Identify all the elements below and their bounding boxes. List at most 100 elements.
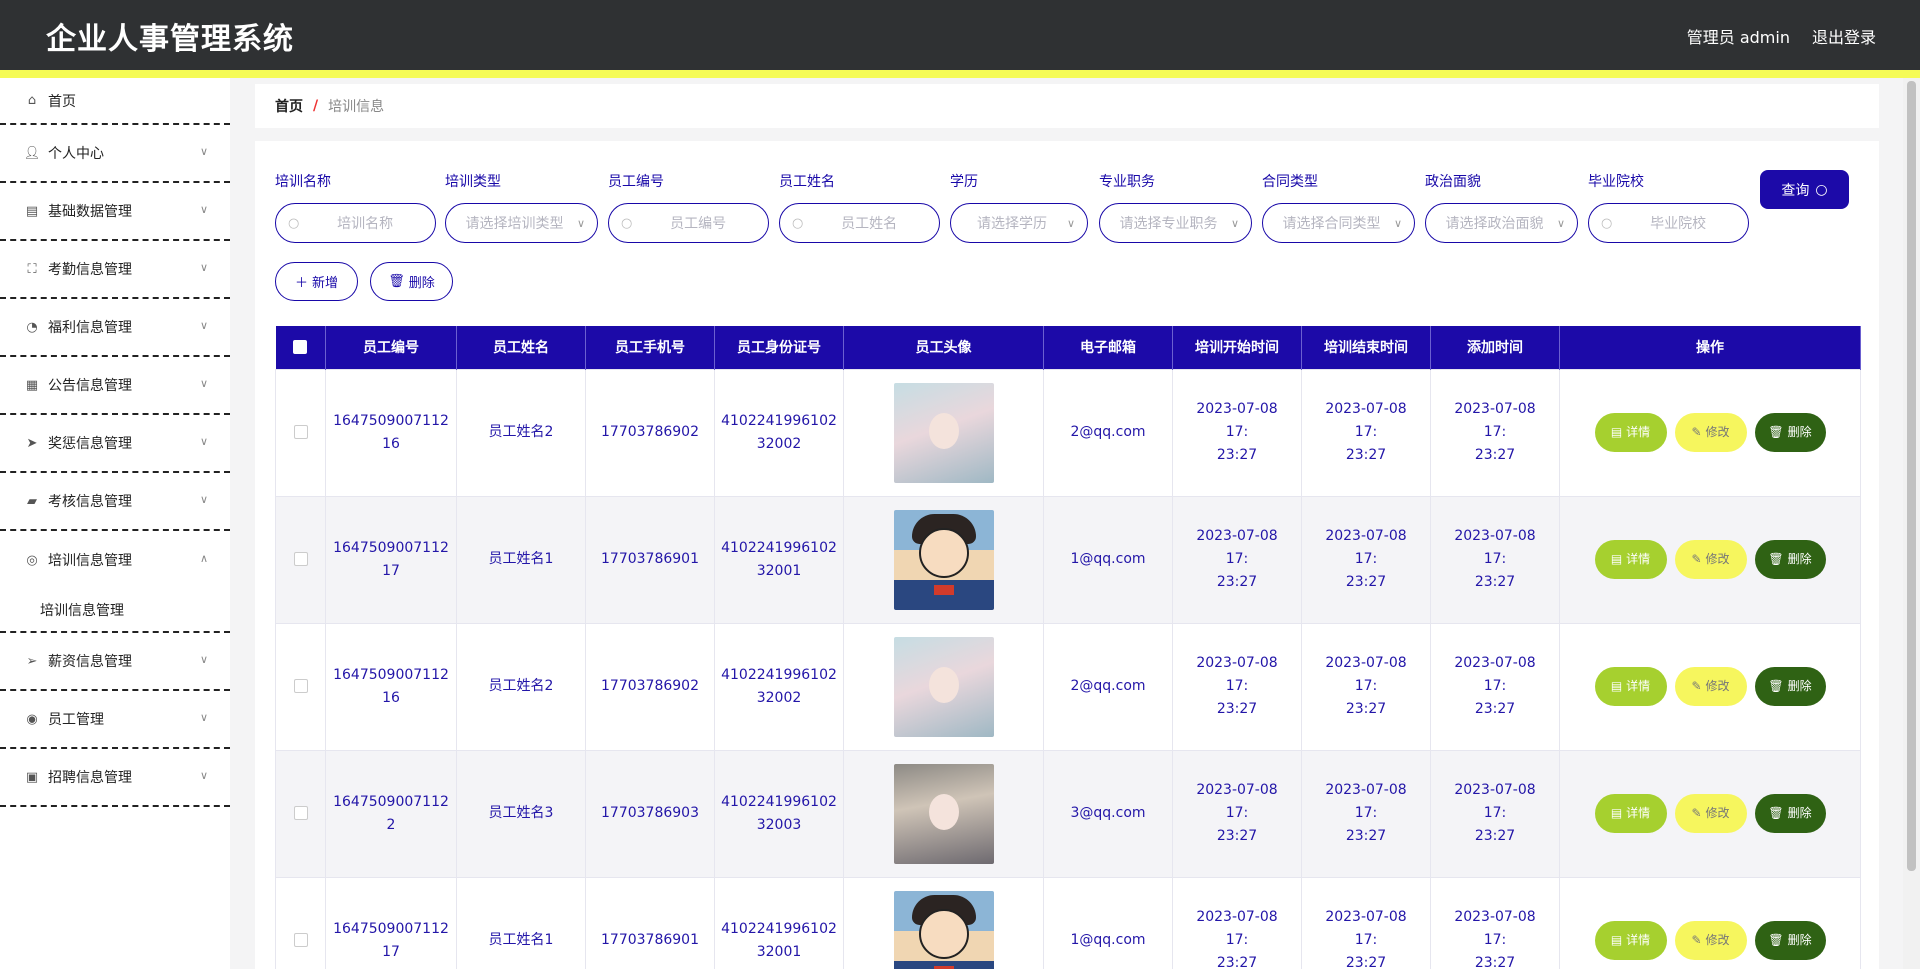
filter-label: 专业职务 [1099, 174, 1155, 190]
cell-id-card: 4102241996102 32001 [714, 876, 844, 969]
cell-end-time: 2023-07-08 17: 23:27 [1301, 749, 1431, 878]
sidebar-item-welfare[interactable]: ◔ 福利信息管理 ∨ [0, 299, 230, 357]
sidebar-item-attendance[interactable]: ⛶ 考勤信息管理 ∨ [0, 241, 230, 299]
detail-button[interactable]: ▤ 详情 [1594, 794, 1667, 833]
query-button[interactable]: 查询 ○ [1760, 170, 1849, 209]
grid-icon: ▦ [25, 377, 39, 393]
pencil-icon: ✎ [1691, 425, 1702, 439]
cell-id-card: 4102241996102 32002 [714, 368, 844, 497]
circle-icon: ◉ [26, 711, 38, 727]
breadcrumb-home[interactable]: 首页 [275, 96, 303, 116]
batch-delete-button[interactable]: 🗑︎ 删除 [370, 262, 453, 301]
location-icon: ➢ [26, 653, 38, 669]
sidebar-item-reward[interactable]: ➤ 奖惩信息管理 ∨ [0, 415, 230, 473]
document-icon: ▤ [1610, 806, 1623, 820]
delete-button[interactable]: 🗑︎ 删除 [1754, 413, 1826, 452]
placeholder: 请选择政治面貌 [1445, 216, 1544, 232]
fullscreen-icon: ⛶ [27, 261, 37, 277]
cell-avatar [843, 495, 1044, 624]
political-status-select[interactable]: 请选择政治面貌 ∨ [1425, 203, 1578, 243]
detail-button[interactable]: ▤ 详情 [1594, 540, 1667, 579]
search-icon: ○ [792, 215, 804, 231]
column-header: 培训开始时间 [1172, 326, 1302, 369]
sidebar-item-salary[interactable]: ➢ 薪资信息管理 ∨ [0, 633, 230, 691]
column-header: 培训结束时间 [1301, 326, 1431, 369]
row-checkbox[interactable] [293, 425, 308, 439]
delete-button[interactable]: 🗑︎ 删除 [1754, 794, 1826, 833]
sidebar-item-recruit[interactable]: ▣ 招聘信息管理 ∨ [0, 749, 230, 807]
chevron-down-icon: ∨ [1556, 216, 1565, 230]
placeholder: 请选择合同类型 [1282, 216, 1381, 232]
sidebar-item-home[interactable]: ⌂ 首页 [0, 78, 230, 125]
graduated-school-input[interactable]: ○ 毕业院校 [1588, 203, 1749, 243]
placeholder: 请选择专业职务 [1119, 216, 1218, 232]
sidebar-item-label: 奖惩信息管理 [48, 436, 132, 452]
logout-link[interactable]: 退出登录 [1812, 24, 1876, 48]
sidebar-item-assessment[interactable]: ▰ 考核信息管理 ∨ [0, 473, 230, 531]
detail-button[interactable]: ▤ 详情 [1594, 413, 1667, 452]
filter-training-name: 培训名称 ○ 培训名称 [275, 171, 436, 243]
training-type-select[interactable]: 请选择培训类型 ∨ [445, 203, 598, 243]
position-select[interactable]: 请选择专业职务 ∨ [1099, 203, 1252, 243]
page-scrollbar[interactable] [1903, 78, 1920, 969]
search-icon: ○ [1601, 215, 1613, 231]
document-icon: ▤ [1610, 425, 1623, 439]
cell-start-time: 2023-07-08 17: 23:27 [1172, 876, 1302, 969]
row-checkbox[interactable] [293, 933, 308, 947]
row-checkbox[interactable] [293, 552, 308, 566]
home-icon: ⌂ [27, 93, 37, 108]
edit-button[interactable]: ✎ 修改 [1674, 413, 1747, 452]
row-checkbox[interactable] [293, 679, 308, 693]
employee-name-input[interactable]: ○ 员工姓名 [779, 203, 940, 243]
edit-button[interactable]: ✎ 修改 [1674, 540, 1747, 579]
delete-button[interactable]: 🗑︎ 删除 [1754, 540, 1826, 579]
cell-employee-name: 员工姓名1 [456, 495, 586, 624]
sidebar-item-personal-center[interactable]: 👤︎ 个人中心 ∨ [0, 125, 230, 183]
sidebar-item-notice[interactable]: ▦ 公告信息管理 ∨ [0, 357, 230, 415]
contract-type-select[interactable]: 请选择合同类型 ∨ [1262, 203, 1415, 243]
delete-button[interactable]: 🗑︎ 删除 [1754, 667, 1826, 706]
add-label: 新增 [312, 276, 339, 291]
edit-label: 修改 [1705, 425, 1730, 439]
chevron-down-icon: ∨ [576, 216, 585, 230]
delete-label: 删除 [1787, 425, 1812, 439]
delete-button[interactable]: 🗑︎ 删除 [1754, 921, 1826, 960]
edit-button[interactable]: ✎ 修改 [1674, 794, 1747, 833]
sidebar-item-label: 首页 [48, 93, 76, 110]
cell-added-time: 2023-07-08 17: 23:27 [1430, 495, 1560, 624]
sidebar-item-label: 考核信息管理 [48, 494, 132, 510]
sidebar-item-base-data[interactable]: ▤ 基础数据管理 ∨ [0, 183, 230, 241]
document-icon: ▤ [1610, 552, 1623, 566]
edit-button[interactable]: ✎ 修改 [1674, 667, 1747, 706]
avatar [893, 636, 994, 737]
cell-employee-number: 1647509007112 16 [325, 368, 457, 497]
current-user[interactable]: 管理员 admin [1687, 24, 1790, 48]
detail-button[interactable]: ▤ 详情 [1594, 921, 1667, 960]
delete-label: 删除 [408, 276, 435, 291]
scrollbar-thumb[interactable] [1907, 81, 1916, 871]
detail-button[interactable]: ▤ 详情 [1594, 667, 1667, 706]
content-panel: 培训名称 ○ 培训名称 培训类型 请选择培训类型 ∨ 员工编号 ○ 员工编号 员… [255, 141, 1879, 969]
row-checkbox[interactable] [293, 806, 308, 820]
filter-graduated-school: 毕业院校 ○ 毕业院校 [1588, 171, 1749, 243]
cell-added-time: 2023-07-08 17: 23:27 [1430, 749, 1560, 878]
action-bar: ＋ 新增 🗑︎ 删除 [275, 262, 453, 301]
column-header: 员工手机号 [585, 326, 715, 369]
select-all-checkbox[interactable] [293, 340, 308, 355]
document-icon: ▤ [1610, 933, 1623, 947]
submenu-training-info[interactable]: 培训信息管理 [0, 589, 230, 633]
column-header: 电子邮箱 [1043, 326, 1173, 369]
column-header: 员工姓名 [456, 326, 586, 369]
sidebar-item-training[interactable]: ◎ 培训信息管理 ∧ [0, 531, 230, 589]
training-name-input[interactable]: ○ 培训名称 [275, 203, 436, 243]
edit-button[interactable]: ✎ 修改 [1674, 921, 1747, 960]
cell-email: 1@qq.com [1043, 495, 1173, 624]
cell-avatar [843, 749, 1044, 878]
sidebar-item-employee[interactable]: ◉ 员工管理 ∨ [0, 691, 230, 749]
trash-icon: 🗑︎ [1768, 806, 1784, 820]
education-select[interactable]: 请选择学历 ∨ [950, 203, 1088, 243]
cell-email: 3@qq.com [1043, 749, 1173, 878]
employee-number-input[interactable]: ○ 员工编号 [608, 203, 769, 243]
add-button[interactable]: ＋ 新增 [275, 262, 358, 301]
detail-label: 详情 [1626, 806, 1651, 820]
